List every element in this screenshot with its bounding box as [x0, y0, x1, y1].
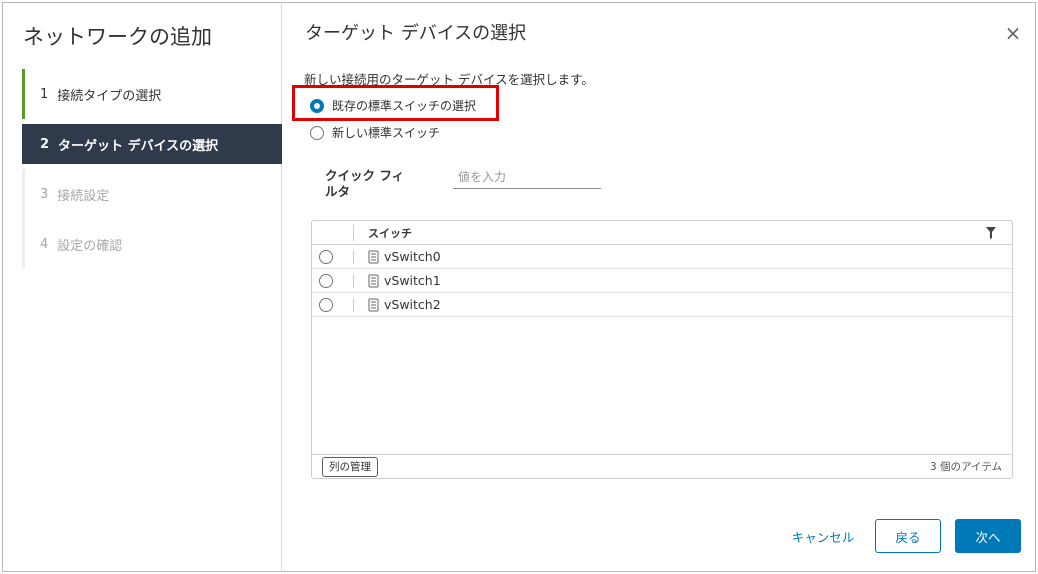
step-number: 1: [40, 86, 49, 102]
step-select-connection-type[interactable]: 1 接続タイプの選択: [22, 69, 282, 119]
grid-footer: 列の管理 3 個のアイテム: [312, 454, 1012, 478]
switch-grid: スイッチ vSwitch0 vSwitch1 vSwitch2 列の管理 3 個…: [311, 220, 1013, 479]
switch-icon: [368, 274, 379, 287]
switch-name-cell: vSwitch1: [354, 273, 441, 288]
step-number: 3: [40, 186, 49, 202]
step-label: ターゲット デバイスの選択: [58, 138, 219, 154]
filter-icon[interactable]: [986, 227, 996, 239]
item-count: 3 個のアイテム: [930, 461, 1002, 473]
wizard-content: ターゲット デバイスの選択 × 新しい接続用のターゲット デバイスを選択します。…: [283, 3, 1035, 571]
cancel-button[interactable]: キャンセル: [788, 519, 858, 553]
wizard-nav: ネットワークの追加 1 接続タイプの選択 2 ターゲット デバイスの選択 3 接…: [3, 3, 282, 571]
next-button[interactable]: 次へ: [955, 519, 1021, 553]
page-title: ターゲット デバイスの選択: [305, 23, 527, 44]
switch-icon: [368, 298, 379, 311]
step-number: 2: [40, 136, 50, 152]
switch-name: vSwitch1: [384, 273, 441, 288]
close-icon[interactable]: ×: [1003, 23, 1023, 43]
manage-columns-button[interactable]: 列の管理: [322, 456, 378, 477]
step-number: 4: [40, 236, 49, 252]
existing-standard-switch-option[interactable]: 既存の標準スイッチの選択: [310, 97, 476, 114]
grid-header: スイッチ: [312, 221, 1012, 245]
row-radio-button[interactable]: [319, 273, 333, 288]
step-label: 接続設定: [57, 188, 110, 204]
row-select-cell: [312, 245, 354, 268]
switch-name: vSwitch2: [384, 297, 441, 312]
switch-name: vSwitch0: [384, 249, 441, 264]
step-label: 接続タイプの選択: [57, 88, 162, 104]
table-row[interactable]: vSwitch0: [312, 245, 1012, 269]
column-header-switch[interactable]: スイッチ: [354, 225, 1012, 241]
option-label: 既存の標準スイッチの選択: [332, 99, 477, 113]
step-review-settings: 4 設定の確認: [22, 219, 282, 269]
row-radio-button[interactable]: [319, 297, 333, 312]
step-connection-settings: 3 接続設定: [22, 169, 282, 219]
wizard-steps: 1 接続タイプの選択 2 ターゲット デバイスの選択 3 接続設定 4 設定の確…: [22, 69, 282, 269]
table-row[interactable]: vSwitch2: [312, 293, 1012, 317]
step-select-target-device[interactable]: 2 ターゲット デバイスの選択: [22, 124, 282, 164]
option-label: 新しい標準スイッチ: [332, 126, 441, 140]
switch-name-cell: vSwitch2: [354, 297, 441, 312]
table-row[interactable]: vSwitch1: [312, 269, 1012, 293]
select-column-header: [312, 221, 354, 244]
row-select-cell: [312, 293, 354, 316]
radio-button-checked[interactable]: [310, 98, 324, 113]
radio-button[interactable]: [310, 125, 324, 140]
quick-filter-input[interactable]: [453, 166, 601, 189]
back-button[interactable]: 戻る: [875, 519, 941, 553]
add-network-dialog: ネットワークの追加 1 接続タイプの選択 2 ターゲット デバイスの選択 3 接…: [2, 2, 1036, 572]
new-standard-switch-option[interactable]: 新しい標準スイッチ: [310, 124, 440, 141]
switch-name-cell: vSwitch0: [354, 249, 441, 264]
step-label: 設定の確認: [57, 238, 123, 254]
row-radio-button[interactable]: [319, 249, 333, 264]
quick-filter-label: クイック フィルタ: [325, 168, 405, 199]
wizard-title: ネットワークの追加: [23, 25, 212, 49]
row-select-cell: [312, 269, 354, 292]
switch-icon: [368, 250, 379, 263]
